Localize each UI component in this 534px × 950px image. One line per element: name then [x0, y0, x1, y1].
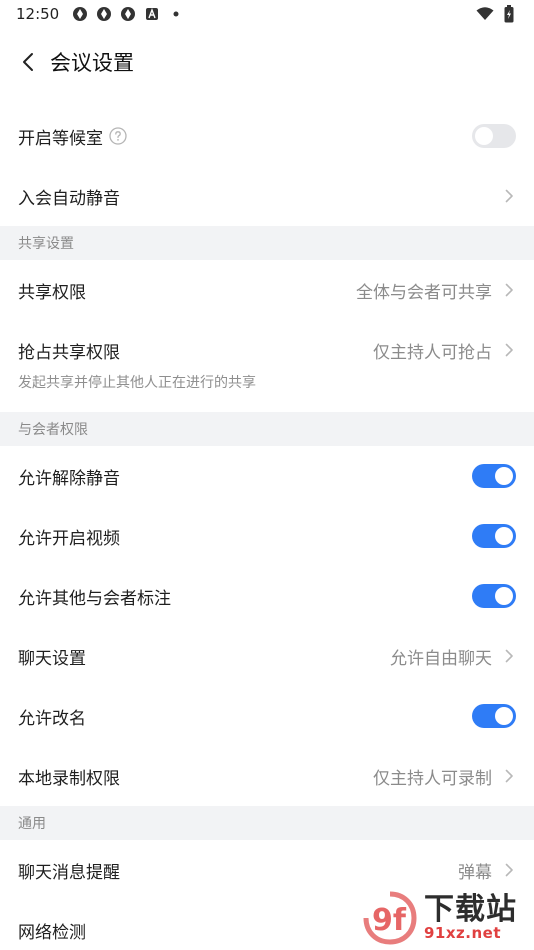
share-section-header: 共享设置 — [0, 226, 534, 260]
chat-settings-label: 聊天设置 — [18, 648, 86, 669]
row-right — [472, 124, 516, 148]
row-right — [472, 464, 516, 488]
app-notification-icon — [95, 5, 113, 23]
general-section-header: 通用 — [0, 806, 534, 840]
row-label: 开启等候室 — [18, 124, 127, 149]
local-record-value: 仅主持人可录制 — [373, 768, 492, 789]
settings-list: 开启等候室 入会自动静音 共享设置 共享权限 全体与会者可共享 抢占共享权限 仅… — [0, 106, 534, 950]
allow-rename-label: 允许改名 — [18, 708, 86, 729]
allow-unmute-toggle[interactable] — [472, 464, 516, 488]
row-right: 弹幕 — [458, 858, 516, 883]
watermark-logo-text: 9f — [372, 903, 407, 938]
app-notification-icon — [119, 5, 137, 23]
app-notification-icon — [71, 5, 89, 23]
keyboard-a-icon — [143, 5, 161, 23]
waiting-room-toggle[interactable] — [472, 124, 516, 148]
chevron-right-icon — [502, 343, 516, 357]
waiting-room-label: 开启等候室 — [18, 128, 103, 149]
status-system-icons — [476, 5, 518, 23]
row-right: 全体与会者可共享 — [356, 278, 516, 303]
watermark-title: 下载站 — [424, 891, 517, 927]
nav-bar: 会议设置 — [0, 28, 534, 96]
preempt-share-label: 抢占共享权限 — [18, 342, 120, 363]
toggle-knob — [495, 587, 513, 605]
wifi-icon — [476, 5, 494, 23]
local-record-row[interactable]: 本地录制权限 仅主持人可录制 — [0, 746, 534, 806]
row-right — [472, 524, 516, 548]
chat-settings-row[interactable]: 聊天设置 允许自由聊天 — [0, 626, 534, 686]
local-record-label: 本地录制权限 — [18, 768, 120, 789]
allow-annotate-toggle[interactable] — [472, 584, 516, 608]
allow-video-label: 允许开启视频 — [18, 528, 120, 549]
allow-rename-toggle[interactable] — [472, 704, 516, 728]
dot-icon — [167, 5, 185, 23]
watermark-url: 91xz.net — [424, 923, 502, 942]
chat-notify-value: 弹幕 — [458, 862, 492, 883]
watermark-logo-icon: 9f — [363, 891, 417, 945]
site-watermark: 9f 下载站 91xz.net — [360, 888, 530, 948]
row-right: 仅主持人可抢占 — [373, 338, 516, 363]
share-permission-row[interactable]: 共享权限 全体与会者可共享 — [0, 260, 534, 320]
preempt-share-row[interactable]: 抢占共享权限 仅主持人可抢占 — [0, 320, 534, 380]
row-right — [502, 189, 516, 203]
waiting-room-row[interactable]: 开启等候室 — [0, 106, 534, 166]
row-right: 允许自由聊天 — [390, 644, 516, 669]
allow-annotate-label: 允许其他与会者标注 — [18, 588, 171, 609]
preempt-share-note: 发起共享并停止其他人正在进行的共享 — [18, 375, 256, 391]
allow-unmute-label: 允许解除静音 — [18, 468, 120, 489]
toggle-knob — [495, 707, 513, 725]
auto-mute-row[interactable]: 入会自动静音 — [0, 166, 534, 226]
allow-video-toggle[interactable] — [472, 524, 516, 548]
toggle-knob — [495, 527, 513, 545]
toggle-knob — [495, 467, 513, 485]
allow-annotate-row[interactable]: 允许其他与会者标注 — [0, 566, 534, 626]
status-bar: 12:50 — [0, 0, 534, 28]
auto-mute-label: 入会自动静音 — [18, 188, 120, 209]
help-question-icon[interactable] — [109, 127, 127, 145]
chevron-right-icon — [502, 863, 516, 877]
allow-rename-row[interactable]: 允许改名 — [0, 686, 534, 746]
network-check-label: 网络检测 — [18, 922, 86, 943]
back-arrow-icon[interactable] — [16, 50, 40, 74]
row-right: 仅主持人可录制 — [373, 764, 516, 789]
chevron-right-icon — [502, 283, 516, 297]
status-time: 12:50 — [16, 5, 60, 23]
toggle-knob — [475, 127, 493, 145]
chat-settings-value: 允许自由聊天 — [390, 648, 492, 669]
allow-unmute-row[interactable]: 允许解除静音 — [0, 446, 534, 506]
allow-video-row[interactable]: 允许开启视频 — [0, 506, 534, 566]
battery-icon — [500, 5, 518, 23]
chevron-right-icon — [502, 189, 516, 203]
page-title: 会议设置 — [50, 51, 134, 75]
share-permission-value: 全体与会者可共享 — [356, 282, 492, 303]
watermark-text: 下载站 91xz.net — [424, 891, 517, 942]
row-right — [472, 704, 516, 728]
chevron-right-icon — [502, 769, 516, 783]
chevron-right-icon — [502, 649, 516, 663]
row-right — [472, 584, 516, 608]
share-permission-label: 共享权限 — [18, 282, 86, 303]
participants-section-header: 与会者权限 — [0, 412, 534, 446]
status-notification-icons — [71, 5, 185, 23]
preempt-share-value: 仅主持人可抢占 — [373, 342, 492, 363]
chat-notify-label: 聊天消息提醒 — [18, 862, 120, 883]
